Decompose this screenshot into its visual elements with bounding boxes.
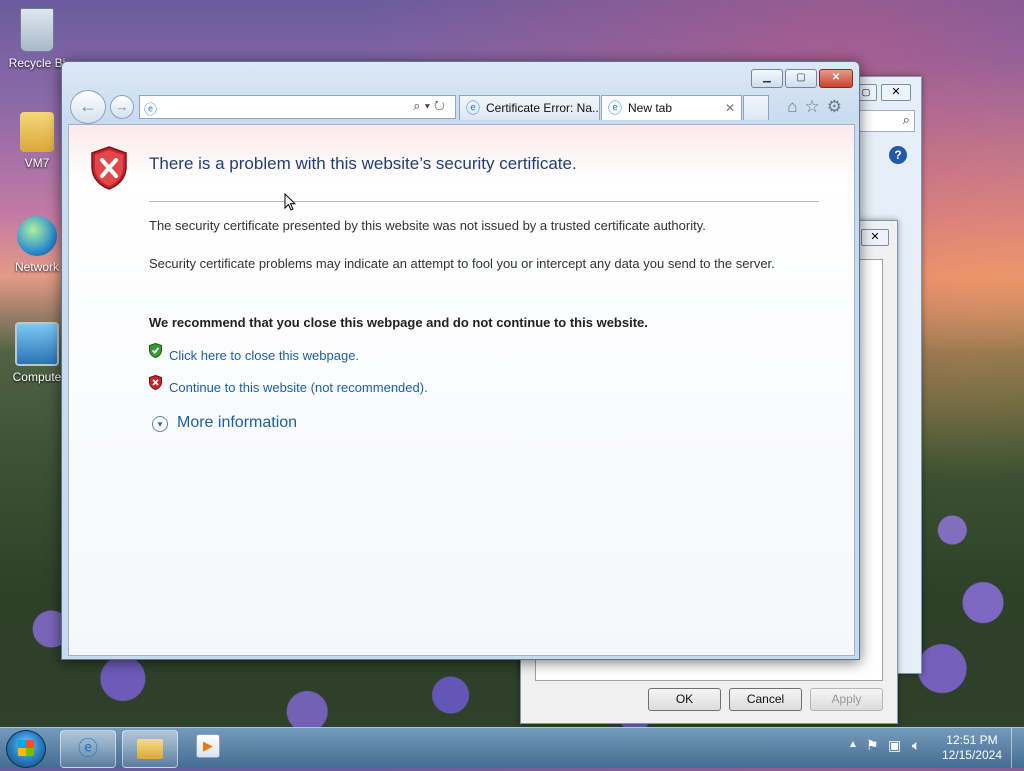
apply-button[interactable]: Apply [810,688,883,711]
action-center-flag-icon[interactable]: ⚑ [866,737,879,754]
taskbar-windows-explorer[interactable] [122,730,178,768]
search-icon[interactable]: ⌕ [413,98,424,113]
tab-new-tab[interactable]: ⓔ New tab ✕ [601,95,742,120]
background-window-close-button[interactable]: ✕ [881,84,911,101]
search-icon: ⌕ [902,112,910,127]
ok-button[interactable]: OK [648,688,721,711]
network-icon[interactable]: ▣ [888,737,901,754]
clock-date: 12/15/2024 [941,748,1002,762]
red-shield-icon [149,375,162,390]
volume-muted-icon[interactable]: 🔈︎ [912,737,920,754]
certificate-message: The security certificate presented by th… [149,218,706,233]
tab-label: Certificate Error: Na... [486,101,600,115]
address-tools: ⌕▾↻ [413,98,449,114]
windows-logo-icon [18,740,34,756]
recycle-bin-icon [20,8,54,52]
close-webpage-link[interactable]: Click here to close this webpage. [169,346,359,365]
minimize-button[interactable]: ▁ [751,69,783,88]
desktop-icon-recycle-bin[interactable]: Recycle Bi [0,8,74,70]
cancel-button[interactable]: Cancel [729,688,802,711]
show-hidden-icons-arrow-icon[interactable]: ▲ [848,739,858,750]
more-information-link[interactable]: More information [177,414,297,432]
browser-window[interactable]: ▁ ▢ ✕ ← → ⓔ ⌕▾↻ ⓔ Certificate Error: Na.… [61,61,860,660]
clock-time: 12:51 PM [946,733,998,747]
help-icon[interactable]: ? [889,146,907,164]
tab-label: New tab [628,101,673,115]
refresh-icon[interactable]: ↻ [434,98,449,113]
mouse-cursor-icon [284,193,296,211]
desktop-icon-label: Recycle Bi [8,56,66,70]
folder-icon [137,739,163,759]
ie-page-icon: ⓔ [144,102,158,117]
taskbar-internet-explorer[interactable]: ⓔ [60,730,116,768]
network-globe-icon [17,216,57,256]
media-player-icon: ▶ [196,734,220,758]
ie-tab-icon: ⓔ [466,100,480,116]
dialog-close-button[interactable]: ✕ [861,229,889,246]
system-tray: ▲ ⚑ ▣ 🔈︎ 12:51 PM 12/15/2024 [834,728,1024,768]
desktop-icon-label: VM7 [24,156,50,170]
expand-chevron-icon[interactable]: ▾ [152,416,168,432]
security-warning-message: Security certificate problems may indica… [149,256,775,271]
forward-button[interactable]: → [110,95,134,119]
clock[interactable]: 12:51 PM 12/15/2024 [942,733,1002,763]
address-input[interactable] [162,98,396,116]
window-caption-buttons: ▁ ▢ ✕ [751,69,853,88]
start-button[interactable] [6,730,46,768]
green-shield-icon [149,343,162,358]
settings-gear-icon[interactable]: ⚙ [827,97,849,116]
title-divider [149,201,819,202]
new-tab-button[interactable] [743,95,769,120]
taskbar: ⓔ ▶ ▲ ⚑ ▣ 🔈︎ 12:51 PM 12/15/2024 [0,727,1024,768]
tab-certificate-error[interactable]: ⓔ Certificate Error: Na... [459,95,600,120]
address-bar[interactable]: ⓔ ⌕▾↻ [139,95,456,119]
background-search-field[interactable]: ⌕ [851,110,915,132]
show-desktop-button[interactable] [1011,728,1024,768]
page-title: There is a problem with this website’s s… [149,154,577,173]
close-button[interactable]: ✕ [819,69,853,88]
taskbar-media-player[interactable]: ▶ [196,734,224,762]
folder-user-icon [20,112,54,152]
computer-monitor-icon [15,322,59,366]
error-shield-icon [91,146,127,190]
ie-tab-icon: ⓔ [608,100,622,116]
tab-close-icon[interactable]: ✕ [725,96,735,120]
recommendation-message: We recommend that you close this webpage… [149,315,648,330]
internet-explorer-icon: ⓔ [78,738,98,760]
maximize-button[interactable]: ▢ [785,69,817,88]
favorites-star-icon[interactable]: ☆ [805,97,827,116]
continue-website-link[interactable]: Continue to this website (not recommende… [169,378,428,397]
desktop-icon-label: Compute [12,370,62,384]
page-content: There is a problem with this website’s s… [68,124,855,656]
home-icon[interactable]: ⌂ [787,97,804,116]
desktop-icon-label: Network [14,260,59,274]
dropdown-arrow-icon[interactable]: ▾ [425,98,434,113]
back-button[interactable]: ← [70,90,106,124]
browser-toolbar-icons: ⌂☆⚙ [787,97,849,117]
